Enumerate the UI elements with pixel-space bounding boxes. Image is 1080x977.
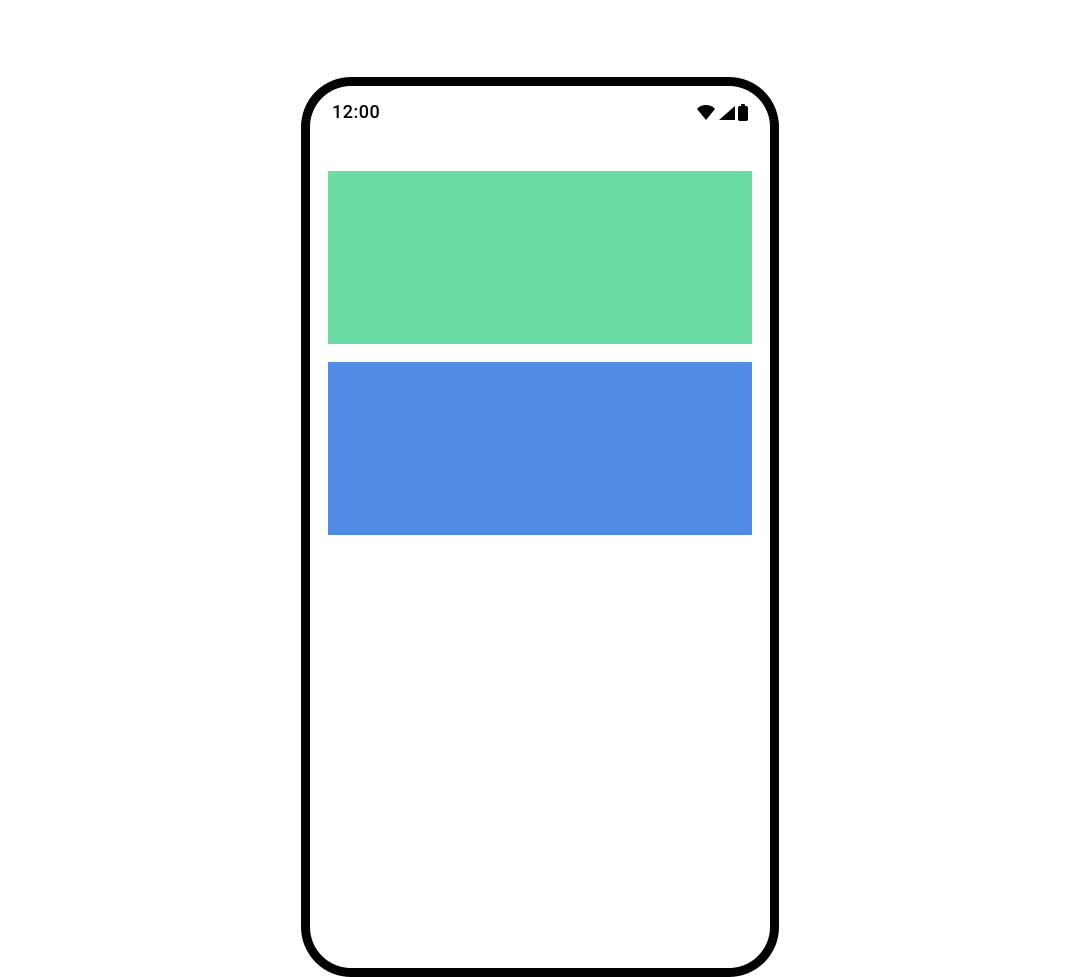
battery-icon — [738, 104, 748, 121]
status-bar: 12:00 — [310, 86, 770, 126]
status-icons — [696, 104, 748, 121]
phone-frame: 12:00 — [301, 77, 779, 977]
signal-icon — [718, 105, 736, 121]
status-time: 12:00 — [332, 102, 380, 123]
content-area — [310, 126, 770, 535]
green-block — [328, 171, 752, 344]
blue-block — [328, 362, 752, 535]
wifi-icon — [696, 105, 716, 121]
